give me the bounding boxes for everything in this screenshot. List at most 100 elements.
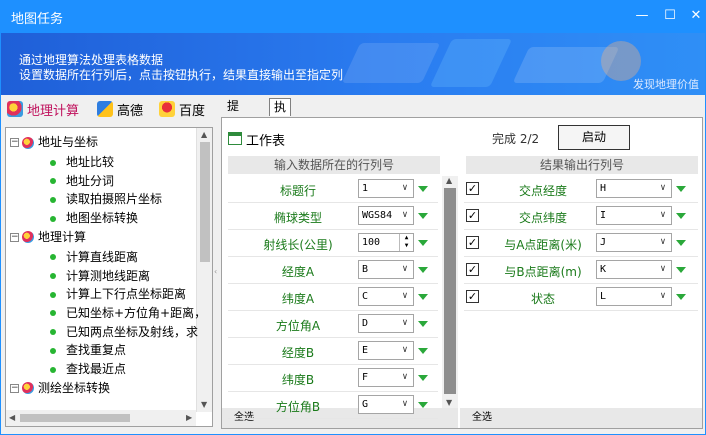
- input-3-select[interactable]: B ∨: [358, 260, 414, 279]
- scroll-down-icon[interactable]: ▼: [446, 398, 452, 407]
- tree-group[interactable]: − 测绘坐标转换: [10, 378, 110, 398]
- input-8-select[interactable]: G ∨: [358, 395, 414, 414]
- tree-item[interactable]: 已知坐标+方位角+距离，: [50, 303, 206, 323]
- tree-item[interactable]: 地图坐标转换: [50, 208, 138, 228]
- apply-arrow-icon[interactable]: [676, 186, 686, 192]
- work-panel: 工作表 完成 2/2 启动 输入数据所在的行列号 结果输出行列号 ▲ ▼ 全选 …: [221, 117, 703, 429]
- tree-item-label: 已知坐标+方位角+距离，: [66, 305, 207, 320]
- chevron-down-icon[interactable]: ∨: [655, 288, 671, 305]
- pane-splitter[interactable]: ‹: [214, 127, 219, 427]
- geo-calc-button[interactable]: 地理计算: [7, 100, 79, 119]
- gaode-icon: [97, 101, 113, 117]
- chevron-down-icon[interactable]: ∨: [397, 369, 413, 386]
- apply-arrow-icon[interactable]: [418, 267, 428, 273]
- scroll-down-icon[interactable]: ▼: [201, 400, 207, 409]
- apply-arrow-icon[interactable]: [676, 213, 686, 219]
- gaode-button[interactable]: 高德: [97, 100, 143, 119]
- input-7-select[interactable]: F ∨: [358, 368, 414, 387]
- output-value: H: [600, 183, 607, 194]
- input-1-select[interactable]: WGS84 ∨: [358, 206, 414, 225]
- apply-arrow-icon[interactable]: [418, 240, 428, 246]
- scroll-right-icon[interactable]: ▶: [186, 413, 192, 422]
- close-button[interactable]: ✕: [685, 5, 706, 27]
- apply-arrow-icon[interactable]: [418, 375, 428, 381]
- input-2-select[interactable]: 100 ▲ ▼: [358, 233, 414, 252]
- chevron-down-icon[interactable]: ∨: [397, 180, 413, 197]
- collapse-icon[interactable]: −: [10, 383, 19, 393]
- output-3-select[interactable]: K ∨: [596, 260, 672, 279]
- row-divider: [464, 310, 698, 311]
- start-button[interactable]: 启动: [558, 125, 630, 150]
- chevron-down-icon[interactable]: ∨: [397, 207, 413, 224]
- tree-item[interactable]: 地址比较: [50, 152, 114, 172]
- input-list-scrollbar[interactable]: ▲ ▼: [442, 176, 458, 408]
- tree-item[interactable]: 读取拍摄照片坐标: [50, 189, 162, 209]
- tree-group[interactable]: − 地址与坐标: [10, 132, 98, 152]
- scroll-up-icon[interactable]: ▲: [446, 176, 452, 185]
- apply-arrow-icon[interactable]: [418, 402, 428, 408]
- collapse-icon[interactable]: −: [10, 138, 19, 147]
- apply-arrow-icon[interactable]: [676, 294, 686, 300]
- apply-arrow-icon[interactable]: [418, 186, 428, 192]
- tree-item[interactable]: 查找重复点: [50, 340, 126, 360]
- output-row: ✓ 交点纬度 I ∨: [464, 203, 698, 230]
- apply-arrow-icon[interactable]: [418, 294, 428, 300]
- banner-brand: 发现地理价值: [633, 78, 699, 91]
- input-scroll-thumb[interactable]: [444, 188, 456, 394]
- chevron-down-icon[interactable]: ∨: [655, 234, 671, 251]
- input-4-select[interactable]: C ∨: [358, 287, 414, 306]
- maximize-button[interactable]: ☐: [659, 5, 681, 27]
- spin-buttons[interactable]: ▲ ▼: [399, 234, 413, 251]
- tree-item[interactable]: 查找最近点: [50, 359, 126, 379]
- splitter-grip-icon[interactable]: ‹: [214, 267, 217, 276]
- tree-item[interactable]: 计算测地线距离: [50, 266, 150, 286]
- collapse-icon[interactable]: −: [10, 232, 19, 242]
- apply-arrow-icon[interactable]: [418, 348, 428, 354]
- baidu-button[interactable]: 百度: [159, 100, 206, 119]
- input-row: 方位角A D ∨: [228, 311, 438, 338]
- apply-arrow-icon[interactable]: [418, 213, 428, 219]
- tree-horizontal-scrollbar[interactable]: ◀ ▶: [6, 410, 196, 426]
- minimize-button[interactable]: —: [631, 5, 653, 27]
- input-6-select[interactable]: E ∨: [358, 341, 414, 360]
- output-2-checkbox[interactable]: ✓: [466, 236, 479, 249]
- input-row: 纬度A C ∨: [228, 284, 438, 311]
- input-0-select[interactable]: 1 ∨: [358, 179, 414, 198]
- apply-arrow-icon[interactable]: [676, 240, 686, 246]
- chevron-down-icon[interactable]: ∨: [655, 261, 671, 278]
- tree-item[interactable]: 计算直线距离: [50, 247, 138, 267]
- scroll-left-icon[interactable]: ◀: [9, 413, 15, 422]
- tree-item[interactable]: 地址分词: [50, 171, 114, 191]
- baidu-label: 百度: [179, 103, 206, 119]
- chevron-down-icon[interactable]: ∨: [397, 288, 413, 305]
- tree-group[interactable]: − 地理计算: [10, 227, 86, 247]
- folder-icon: [22, 136, 34, 149]
- output-1-checkbox[interactable]: ✓: [466, 209, 479, 222]
- tab-hint[interactable]: 提示: [223, 98, 243, 130]
- apply-arrow-icon[interactable]: [676, 267, 686, 273]
- tree-item[interactable]: 计算上下行点坐标距离: [50, 284, 186, 304]
- tree-item[interactable]: 已知两点坐标及射线，求: [50, 322, 198, 342]
- tree-hscroll-thumb[interactable]: [20, 414, 130, 422]
- chevron-down-icon[interactable]: ∨: [397, 315, 413, 332]
- output-1-select[interactable]: I ∨: [596, 206, 672, 225]
- tree-vertical-scrollbar[interactable]: ▲ ▼: [196, 128, 212, 412]
- tree-vscroll-thumb[interactable]: [200, 142, 210, 262]
- output-2-select[interactable]: J ∨: [596, 233, 672, 252]
- output-0-checkbox[interactable]: ✓: [466, 182, 479, 195]
- scroll-up-icon[interactable]: ▲: [201, 130, 207, 139]
- select-all-output[interactable]: 全选: [460, 408, 702, 428]
- chevron-down-icon[interactable]: ∨: [397, 261, 413, 278]
- tab-execute[interactable]: 执行: [269, 98, 292, 131]
- output-3-checkbox[interactable]: ✓: [466, 263, 479, 276]
- output-0-select[interactable]: H ∨: [596, 179, 672, 198]
- chevron-down-icon[interactable]: ∨: [397, 342, 413, 359]
- output-4-select[interactable]: L ∨: [596, 287, 672, 306]
- chevron-down-icon[interactable]: ∨: [655, 207, 671, 224]
- chevron-down-icon[interactable]: ∨: [655, 180, 671, 197]
- chevron-down-icon[interactable]: ∨: [397, 396, 413, 413]
- apply-arrow-icon[interactable]: [418, 321, 428, 327]
- input-5-select[interactable]: D ∨: [358, 314, 414, 333]
- output-4-checkbox[interactable]: ✓: [466, 290, 479, 303]
- tree-item-label: 计算上下行点坐标距离: [66, 287, 187, 302]
